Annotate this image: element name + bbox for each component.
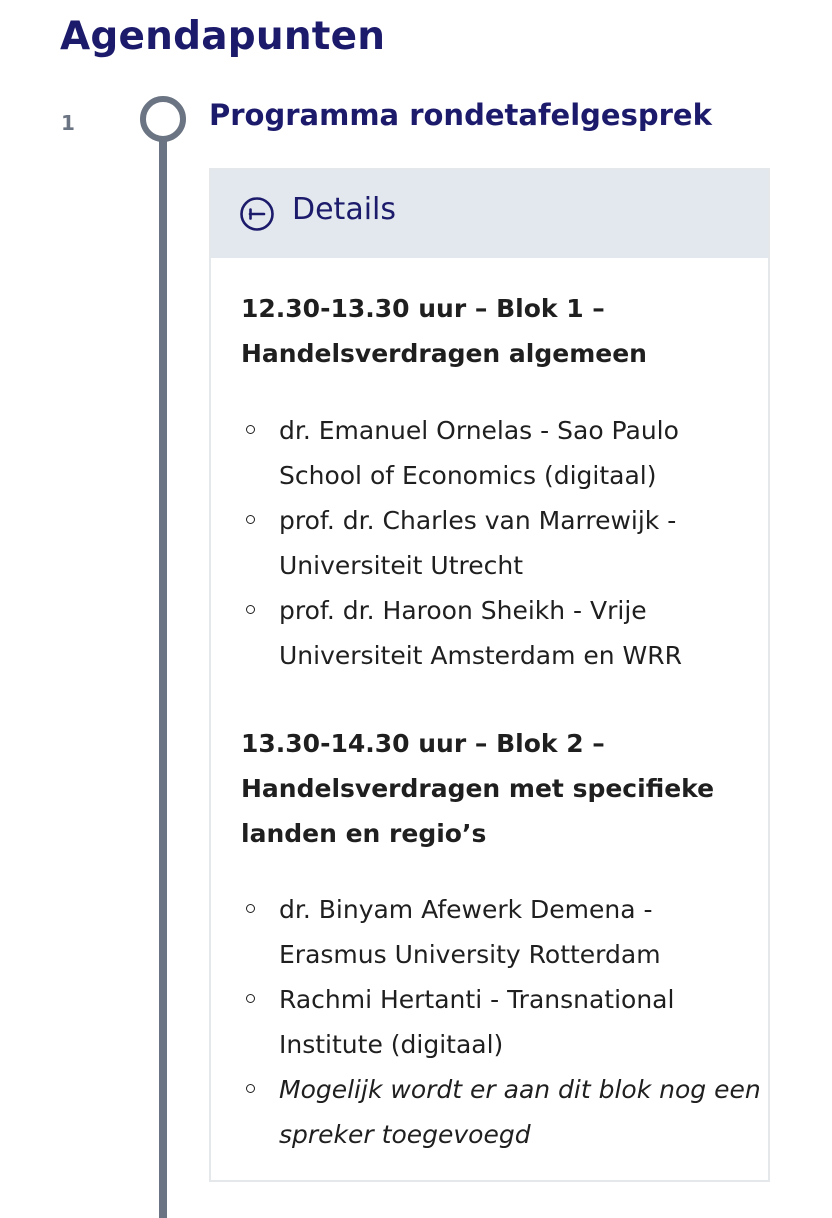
list-item: prof. dr. Charles van Marrewijk - Univer… [241,498,761,588]
bullet-icon [246,515,255,524]
list-item: prof. dr. Haroon Sheikh - Vrije Universi… [241,588,761,678]
list-item: dr. Emanuel Ornelas - Sao Paulo School o… [241,408,761,498]
list-item: Rachmi Hertanti - Transnational Institut… [241,977,761,1067]
timeline-line [159,138,167,1218]
details-toggle[interactable]: Details [211,170,768,258]
bullet-icon [246,904,255,913]
bullet-icon [246,605,255,614]
timeline-node-icon [140,96,186,142]
details-toggle-label: Details [292,192,397,227]
list-item: Mogelijk wordt er aan dit blok nog een s… [241,1067,761,1157]
bullet-icon [246,425,255,434]
block-1-speaker-list: dr. Emanuel Ornelas - Sao Paulo School o… [241,408,761,678]
bullet-icon [246,994,255,1003]
collapse-circle-icon [240,197,274,231]
block-2-speaker-list: dr. Binyam Afewerk Demena - Erasmus Univ… [241,887,761,1157]
block-1-title: 12.30-13.30 uur – Blok 1 – Handelsverdra… [241,294,647,368]
block-2-title: 13.30-14.30 uur – Blok 2 – Handelsverdra… [241,729,715,848]
details-panel: Details 12.30-13.30 uur – Blok 1 – Hande… [209,168,770,1182]
list-item: dr. Binyam Afewerk Demena - Erasmus Univ… [241,887,761,977]
bullet-icon [246,1084,255,1093]
agenda-item-number: 1 [61,111,75,135]
agenda-item-title: Programma rondetafelgesprek [209,98,712,132]
page-title: Agendapunten [60,14,386,59]
